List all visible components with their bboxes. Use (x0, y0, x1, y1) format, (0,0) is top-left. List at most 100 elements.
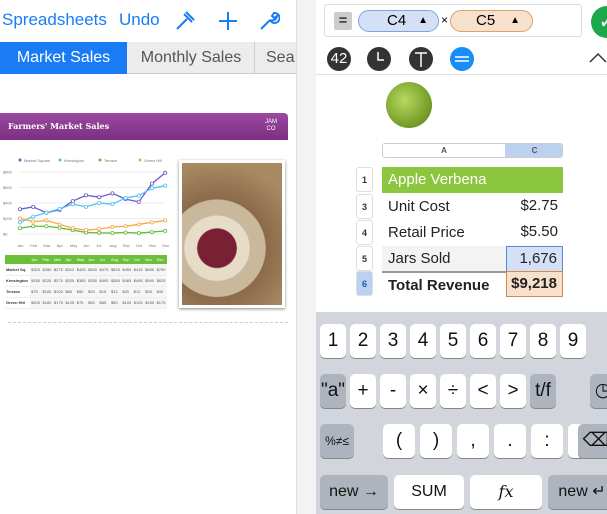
tab-market-sales[interactable]: Market Sales (0, 42, 127, 74)
table-cell: $12 (132, 286, 145, 297)
text-icon[interactable] (409, 47, 433, 71)
equals-sign: = (334, 12, 352, 30)
data-point (123, 224, 128, 229)
y-tick: $200 (3, 216, 13, 221)
sheet-tabs: Market Sales Monthly Sales Sea (0, 42, 296, 74)
checkmark-icon[interactable]: ✓ (591, 6, 607, 38)
table-cell: $150 (30, 275, 42, 286)
hammer-icon[interactable] (174, 10, 196, 32)
row-value[interactable]: $2.75 (506, 194, 563, 220)
banner-title: Farmers' Market Sales (8, 121, 110, 131)
row-value[interactable]: $9,218 (506, 271, 563, 297)
y-tick: $400 (3, 201, 13, 206)
data-point (136, 222, 141, 227)
key[interactable]: 1 (320, 324, 346, 358)
sum-key[interactable]: SUM (394, 475, 464, 509)
column-a-header[interactable]: A (383, 144, 505, 157)
clock-key-icon[interactable]: ◷ (590, 374, 607, 408)
table-cell: $100 (121, 297, 133, 308)
key[interactable]: ( (383, 424, 415, 458)
data-point (110, 202, 115, 207)
new-down-key[interactable]: new ↵ (548, 475, 607, 509)
month-header: May (76, 257, 85, 262)
clock-icon[interactable] (367, 47, 391, 71)
tab-seasonal[interactable]: Sea (256, 42, 296, 74)
table-cell: $150 (144, 297, 156, 308)
legend-marker (58, 158, 62, 162)
new-right-key[interactable]: new → (320, 475, 388, 509)
key[interactable]: : (531, 424, 563, 458)
tab-monthly-sales[interactable]: Monthly Sales (128, 42, 255, 74)
month-header: Nov (145, 257, 153, 262)
column-c-header[interactable]: C (505, 144, 562, 157)
table-cell: $385 (75, 275, 88, 286)
key[interactable]: 3 (380, 324, 406, 358)
data-point (57, 206, 62, 211)
x-tick: Oct (136, 243, 143, 248)
key[interactable]: 9 (560, 324, 586, 358)
undo-button[interactable]: Undo (119, 10, 160, 30)
row-label[interactable]: Jars Sold (382, 246, 506, 272)
x-tick: Jun (83, 243, 89, 248)
key[interactable]: × (410, 374, 436, 408)
spreadsheets-button[interactable]: Spreadsheets (2, 10, 107, 30)
key[interactable]: + (350, 374, 376, 408)
split-divider[interactable] (296, 0, 316, 514)
row-value[interactable]: $5.50 (506, 220, 563, 246)
chevron-up-icon[interactable] (588, 52, 607, 64)
data-point (136, 199, 141, 204)
key[interactable]: 6 (470, 324, 496, 358)
dropdown-arrow-icon[interactable]: ▲ (418, 11, 428, 31)
reference-token-c5[interactable]: C5 ▲ (450, 10, 533, 32)
row-header[interactable]: 5 (356, 246, 373, 271)
row-value[interactable]: 1,676 (506, 246, 563, 272)
wrench-icon[interactable] (258, 10, 280, 32)
table-cell: $475 (98, 264, 110, 275)
row-label[interactable]: Total Revenue (382, 271, 506, 297)
plus-icon[interactable] (217, 10, 239, 32)
key[interactable]: 2 (350, 324, 376, 358)
month-header: Oct (133, 257, 140, 262)
function-key[interactable]: fx (470, 475, 542, 509)
table-title[interactable]: Apple Verbena (382, 167, 563, 193)
row-label[interactable]: Retail Price (382, 220, 506, 246)
row-header[interactable]: 6 (356, 271, 373, 296)
row-label[interactable]: Unit Cost (382, 194, 506, 220)
row-header[interactable]: 4 (356, 220, 373, 245)
x-tick: Nov (149, 243, 156, 248)
key[interactable]: 5 (440, 324, 466, 358)
key[interactable]: 7 (500, 324, 526, 358)
x-tick: Feb (30, 243, 38, 248)
key[interactable]: t/f (530, 374, 556, 408)
reference-token-c4[interactable]: C4 ▲ (358, 10, 439, 32)
x-tick: Jul (96, 243, 101, 248)
row-header[interactable]: 1 (356, 167, 373, 192)
key[interactable]: ) (420, 424, 452, 458)
dropdown-arrow-icon[interactable]: ▲ (510, 11, 520, 31)
key[interactable]: , (457, 424, 489, 458)
delete-key-icon[interactable]: ⌫ (578, 424, 607, 458)
formula-bar[interactable]: = C4 ▲ × C5 ▲ (324, 4, 582, 37)
table-cell: $650 (144, 264, 156, 275)
formula-icon[interactable] (450, 47, 474, 71)
key[interactable]: "a" (320, 374, 346, 408)
y-tick: $600 (3, 185, 13, 190)
data-point (31, 204, 36, 209)
formula-pane: = C4 ▲ × C5 ▲ ✓ 42 A C 1 Apple Verbena 3 Unit… (316, 0, 607, 514)
key[interactable]: 4 (410, 324, 436, 358)
key[interactable]: %≠≤ (320, 424, 354, 458)
table-cell: $500 (87, 264, 99, 275)
data-point (70, 226, 75, 231)
key[interactable]: - (380, 374, 406, 408)
table-cell: $350 (41, 264, 53, 275)
month-header: Aug (110, 257, 119, 262)
table-cell: $80 (64, 286, 76, 297)
key[interactable]: . (494, 424, 526, 458)
key[interactable]: < (470, 374, 496, 408)
row-header[interactable]: 3 (356, 194, 373, 219)
key[interactable]: ÷ (440, 374, 466, 408)
number-icon[interactable]: 42 (327, 47, 351, 71)
key[interactable]: > (500, 374, 526, 408)
key[interactable]: 8 (530, 324, 556, 358)
data-point (136, 193, 141, 198)
